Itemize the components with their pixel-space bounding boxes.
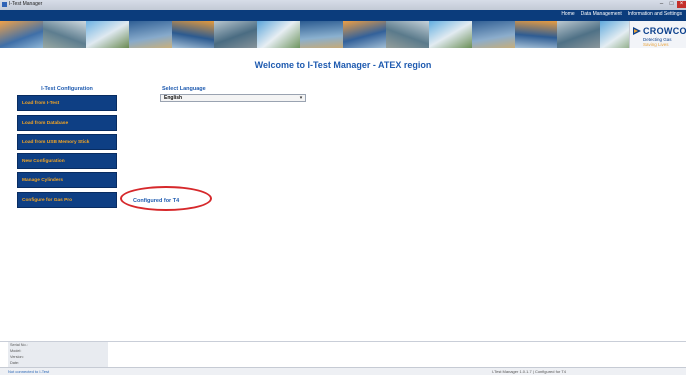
brand-logo: CROWCON Detecting Gas Saving Lives	[629, 21, 686, 48]
app-icon	[2, 2, 7, 7]
language-value: English	[164, 95, 183, 101]
load-from-database-button[interactable]: Load from Database	[17, 115, 117, 131]
highlight-ellipse	[120, 186, 212, 211]
config-section-title: I-Test Configuration	[41, 86, 93, 92]
nav-home[interactable]: Home	[561, 11, 574, 19]
maximize-icon[interactable]: □	[667, 1, 676, 8]
brand-logo-icon	[633, 27, 641, 35]
header-banner: Home Data Management Information and Set…	[0, 10, 686, 48]
brand-name: CROWCON	[643, 26, 686, 36]
top-nav: Home Data Management Information and Set…	[561, 11, 682, 19]
window-title: I-Test Manager	[9, 1, 43, 7]
load-from-itest-button[interactable]: Load from I-Test	[17, 95, 117, 111]
info-date: Date:	[10, 361, 20, 365]
banner-photo-strip	[0, 21, 686, 48]
device-info-panel: Serial No.: Model: Version: Date:	[8, 342, 108, 367]
brand-tagline: Detecting Gas Saving Lives	[643, 37, 672, 47]
configure-gas-pro-button[interactable]: Configure for Gas Pro	[17, 192, 117, 208]
chevron-down-icon[interactable]: ▾	[298, 95, 304, 101]
close-icon[interactable]: ×	[677, 1, 686, 8]
new-configuration-button[interactable]: New Configuration	[17, 153, 117, 169]
nav-data-management[interactable]: Data Management	[581, 11, 622, 19]
minimize-icon[interactable]: –	[657, 1, 666, 8]
language-select[interactable]: English ▾	[160, 94, 306, 102]
manage-cylinders-button[interactable]: Manage Cylinders	[17, 172, 117, 188]
language-label: Select Language	[162, 86, 206, 92]
page-title: Welcome to I-Test Manager - ATEX region	[254, 60, 432, 70]
nav-information-settings[interactable]: Information and Settings	[628, 11, 682, 19]
load-from-usb-button[interactable]: Load from USB Memory Stick	[17, 134, 117, 150]
